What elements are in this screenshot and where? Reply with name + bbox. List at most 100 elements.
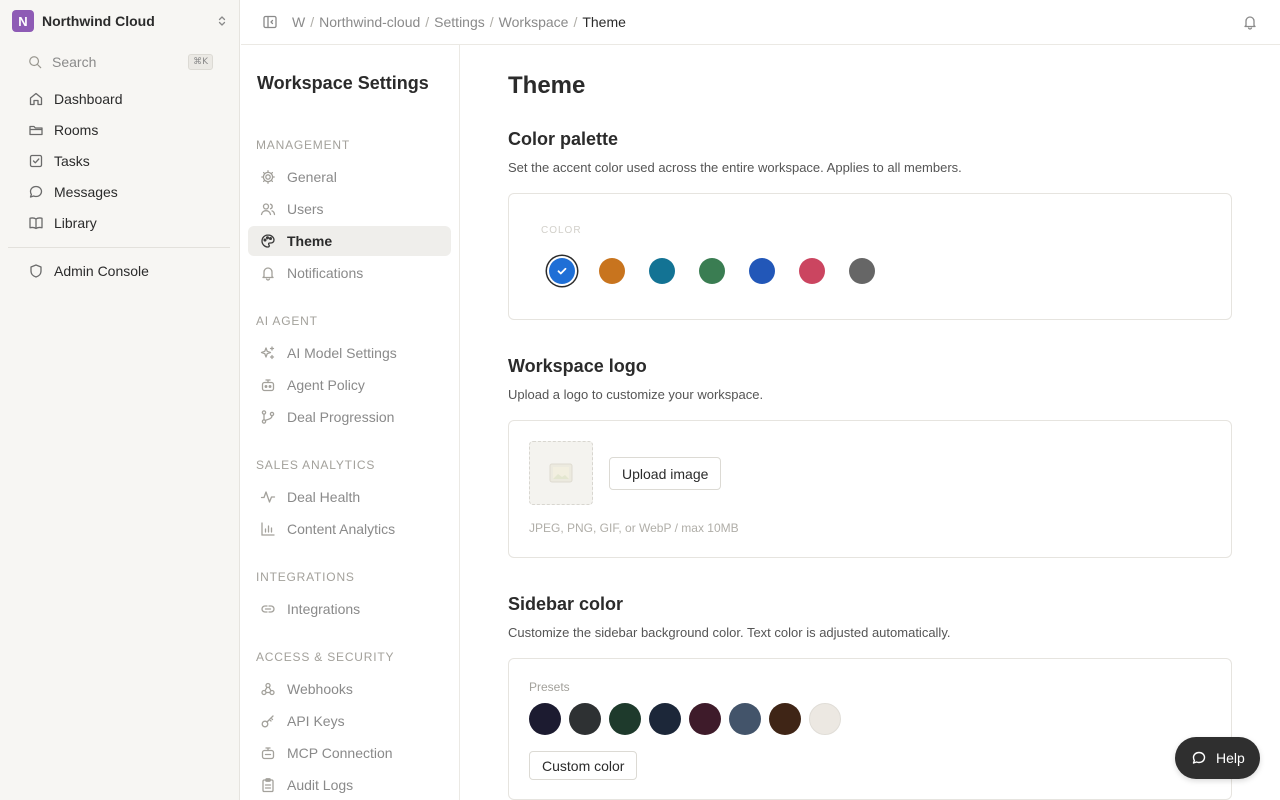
group-label-ai-agent: AI AGENT [256,314,318,328]
sidebar-preset-swatch[interactable] [649,703,681,735]
palette-icon [261,234,275,248]
workspace-switcher[interactable]: N Northwind Cloud [12,10,228,32]
help-label: Help [1216,750,1245,766]
sidebar-preset-swatch[interactable] [609,703,641,735]
bot-icon [261,379,275,392]
bell-icon[interactable] [1242,14,1258,30]
settings-item-label: Audit Logs [287,777,354,793]
check-icon [557,267,567,275]
upload-image-button[interactable]: Upload image [609,457,722,490]
plug-icon [261,747,275,760]
settings-item-label: Notifications [287,265,364,281]
settings-item-webhooks[interactable]: Webhooks [248,674,451,704]
search-label: Search [52,54,97,70]
users-icon [260,203,276,216]
help-button[interactable]: Help [1175,737,1260,779]
activity-icon [260,491,276,503]
folder-icon [29,125,43,135]
section-title-sidebar-color: Sidebar color [508,594,624,614]
nav-item-label: Library [54,214,97,231]
accent-swatch[interactable] [549,258,575,284]
nav-item-label: Rooms [54,121,99,138]
home-icon [29,92,43,105]
settings-item-label: AI Model Settings [287,345,397,361]
settings-title: Workspace Settings [257,73,429,93]
nav-item-label: Tasks [54,152,90,169]
app-sidebar: N Northwind Cloud Search ⌘K Dashboard Ro… [0,0,240,800]
accent-swatch[interactable] [649,258,675,284]
chevron-up-down-icon [218,16,226,26]
settings-item-ai-model-settings[interactable]: AI Model Settings [248,338,451,368]
top-bar: W / Northwind-cloud / Settings / Workspace / The… [241,0,1280,45]
settings-item-users[interactable]: Users [248,194,451,224]
settings-item-label: Users [287,201,324,217]
sidebar-preset-swatch[interactable] [529,703,561,735]
image-placeholder-icon [549,463,573,483]
nav-item-label: Admin Console [54,262,149,279]
workspace-name: Northwind Cloud [42,13,155,29]
sidebar-toggle-icon[interactable] [262,14,278,30]
settings-item-general[interactable]: General [248,162,451,192]
group-label-integrations: INTEGRATIONS [256,570,355,584]
gear-icon [261,170,275,184]
main-nav: Dashboard Rooms Tasks Messages Library [20,83,220,238]
sidebar-preset-swatch[interactable] [569,703,601,735]
logo-preview [529,441,593,505]
sparkles-icon [260,346,275,360]
custom-color-button[interactable]: Custom color [529,751,638,780]
nav-item-rooms[interactable]: Rooms [20,114,220,145]
settings-item-audit-logs[interactable]: Audit Logs [248,770,451,800]
sidebar-preset-swatch[interactable] [809,703,841,735]
accent-swatch-row [549,258,899,284]
breadcrumb-settings[interactable]: Settings [434,14,485,30]
breadcrumb-current: Theme [582,14,626,30]
settings-item-mcp-connection[interactable]: MCP Connection [248,738,451,768]
accent-swatch[interactable] [849,258,875,284]
sidebar-preset-row [529,703,849,735]
nav-item-messages[interactable]: Messages [20,176,220,207]
search-button[interactable]: Search ⌘K [20,50,218,74]
settings-item-notifications[interactable]: Notifications [248,258,451,288]
accent-swatch[interactable] [799,258,825,284]
nav-item-dashboard[interactable]: Dashboard [20,83,220,114]
breadcrumb-workspace-initial[interactable]: W [292,14,305,30]
nav-item-label: Messages [54,183,118,200]
sidebar-preset-swatch[interactable] [689,703,721,735]
section-desc-workspace-logo: Upload a logo to customize your workspac… [508,387,764,402]
settings-item-integrations[interactable]: Integrations [248,594,451,624]
settings-item-theme[interactable]: Theme [248,226,451,256]
settings-item-content-analytics[interactable]: Content Analytics [248,514,451,544]
group-label-access-security: ACCESS & SECURITY [256,650,395,664]
settings-item-deal-progression[interactable]: Deal Progression [248,402,451,432]
bell-icon [262,267,274,281]
nav-item-library[interactable]: Library [20,207,220,238]
section-title-color-palette: Color palette [508,129,619,149]
settings-item-label: Deal Health [287,489,361,505]
settings-item-label: General [287,169,337,185]
settings-item-label: MCP Connection [287,745,393,761]
settings-item-deal-health[interactable]: Deal Health [248,482,451,512]
book-icon [29,216,43,229]
accent-swatch[interactable] [599,258,625,284]
settings-item-label: Webhooks [287,681,353,697]
breadcrumb-workspace-settings[interactable]: Workspace [499,14,569,30]
accent-swatch[interactable] [699,258,725,284]
sidebar-preset-swatch[interactable] [769,703,801,735]
search-shortcut: ⌘K [188,54,213,70]
nav-item-tasks[interactable]: Tasks [20,145,220,176]
settings-item-api-keys[interactable]: API Keys [248,706,451,736]
settings-item-label: Content Analytics [287,521,396,537]
workspace-avatar: N [12,10,34,32]
sidebar-preset-swatch[interactable] [729,703,761,735]
section-desc-sidebar-color: Customize the sidebar background color. … [508,625,951,640]
nav-item-admin-console[interactable]: Admin Console [20,255,220,286]
breadcrumb-workspace[interactable]: Northwind-cloud [319,14,420,30]
shield-icon [30,263,42,278]
workspace-logo-card: Upload image JPEG, PNG, GIF, or WebP / m… [508,420,1232,558]
section-title-workspace-logo: Workspace logo [508,356,647,376]
settings-item-agent-policy[interactable]: Agent Policy [248,370,451,400]
chat-bubble-icon [29,185,43,198]
settings-nav: Workspace Settings MANAGEMENT General Us… [241,45,460,800]
accent-swatch[interactable] [749,258,775,284]
presets-label: Presets [529,680,570,694]
